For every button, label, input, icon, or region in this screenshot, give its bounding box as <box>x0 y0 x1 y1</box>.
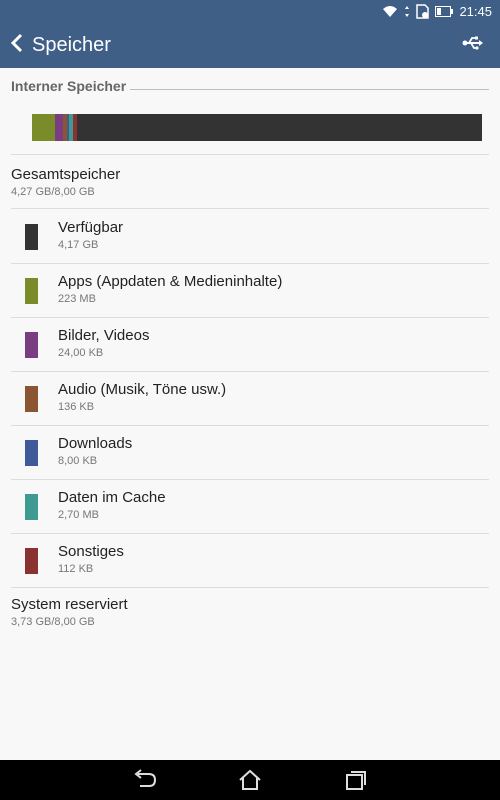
category-text: Sonstiges 112 KB <box>58 543 124 575</box>
battery-icon <box>435 5 454 17</box>
storage-category-row[interactable]: Downloads 8,00 KB <box>0 425 500 479</box>
storage-category-row[interactable]: Verfügbar 4,17 GB <box>0 209 500 263</box>
back-icon <box>132 769 158 796</box>
category-text: Audio (Musik, Töne usw.) 136 KB <box>58 381 226 413</box>
sd-card-icon <box>416 3 430 19</box>
category-value: 112 KB <box>58 563 94 575</box>
up-navigation-button[interactable] <box>0 22 32 68</box>
storage-content: Interner Speicher Gesamtspeicher 4,27 GB… <box>0 68 500 760</box>
color-swatch <box>25 386 38 412</box>
system-reserved-row: System reserviert 3,73 GB/8,00 GB <box>11 596 500 628</box>
color-swatch <box>25 494 38 520</box>
category-value: 223 MB <box>58 293 96 305</box>
system-reserved-value: 3,73 GB/8,00 GB <box>11 616 95 628</box>
navigation-bar <box>0 760 500 800</box>
color-swatch <box>25 332 38 358</box>
color-swatch <box>25 440 38 466</box>
section-title: Interner Speicher <box>11 78 127 94</box>
system-reserved-label: System reserviert <box>11 596 128 613</box>
color-swatch <box>25 224 38 250</box>
usage-segment <box>32 114 55 141</box>
divider <box>11 154 489 155</box>
total-storage-label: Gesamtspeicher <box>11 166 121 183</box>
nav-recent-apps-button[interactable] <box>343 768 369 792</box>
usage-segment <box>76 114 482 141</box>
category-label: Apps (Appdaten & Medieninhalte) <box>58 273 283 290</box>
total-storage-value: 4,27 GB/8,00 GB <box>11 186 95 198</box>
category-value: 24,00 KB <box>58 347 104 359</box>
nav-back-button[interactable] <box>132 768 158 792</box>
category-label: Sonstiges <box>58 543 124 560</box>
category-text: Apps (Appdaten & Medieninhalte) 223 MB <box>58 273 282 305</box>
storage-category-row[interactable]: Audio (Musik, Töne usw.) 136 KB <box>0 371 500 425</box>
category-text: Bilder, Videos 24,00 KB <box>58 327 149 359</box>
category-text: Daten im Cache 2,70 MB <box>58 489 166 521</box>
action-bar: Speicher <box>0 22 500 68</box>
home-icon <box>237 769 263 796</box>
category-value: 4,17 GB <box>58 239 99 251</box>
color-swatch <box>25 548 38 574</box>
category-label: Downloads <box>58 435 133 452</box>
category-value: 8,00 KB <box>58 455 98 467</box>
chevron-left-icon <box>10 33 24 58</box>
nav-home-button[interactable] <box>237 768 263 792</box>
category-label: Verfügbar <box>58 219 124 236</box>
page-title: Speicher <box>32 33 111 56</box>
category-text: Downloads 8,00 KB <box>58 435 132 467</box>
section-header: Interner Speicher <box>11 76 489 96</box>
wifi-icon <box>382 5 398 18</box>
data-arrows-icon <box>404 5 410 18</box>
category-value: 136 KB <box>58 401 95 413</box>
storage-category-row[interactable]: Sonstiges 112 KB <box>0 533 500 587</box>
divider <box>11 587 489 588</box>
category-value: 2,70 MB <box>58 509 99 521</box>
total-storage-row: Gesamtspeicher 4,27 GB/8,00 GB <box>11 166 500 198</box>
storage-usage-bar <box>32 114 482 141</box>
usb-icon <box>462 36 484 55</box>
category-label: Daten im Cache <box>58 489 166 506</box>
usage-segment <box>54 114 64 141</box>
recent-apps-icon <box>343 771 369 796</box>
color-swatch <box>25 278 38 304</box>
category-label: Audio (Musik, Töne usw.) <box>58 381 227 398</box>
status-bar: 21:45 <box>0 0 500 22</box>
section-divider <box>130 88 489 90</box>
storage-category-row[interactable]: Bilder, Videos 24,00 KB <box>0 317 500 371</box>
category-text: Verfügbar 4,17 GB <box>58 219 123 251</box>
usb-settings-button[interactable] <box>460 33 486 57</box>
storage-category-row[interactable]: Apps (Appdaten & Medieninhalte) 223 MB <box>0 263 500 317</box>
category-label: Bilder, Videos <box>58 327 150 344</box>
status-time: 21:45 <box>459 3 492 19</box>
storage-category-row[interactable]: Daten im Cache 2,70 MB <box>0 479 500 533</box>
